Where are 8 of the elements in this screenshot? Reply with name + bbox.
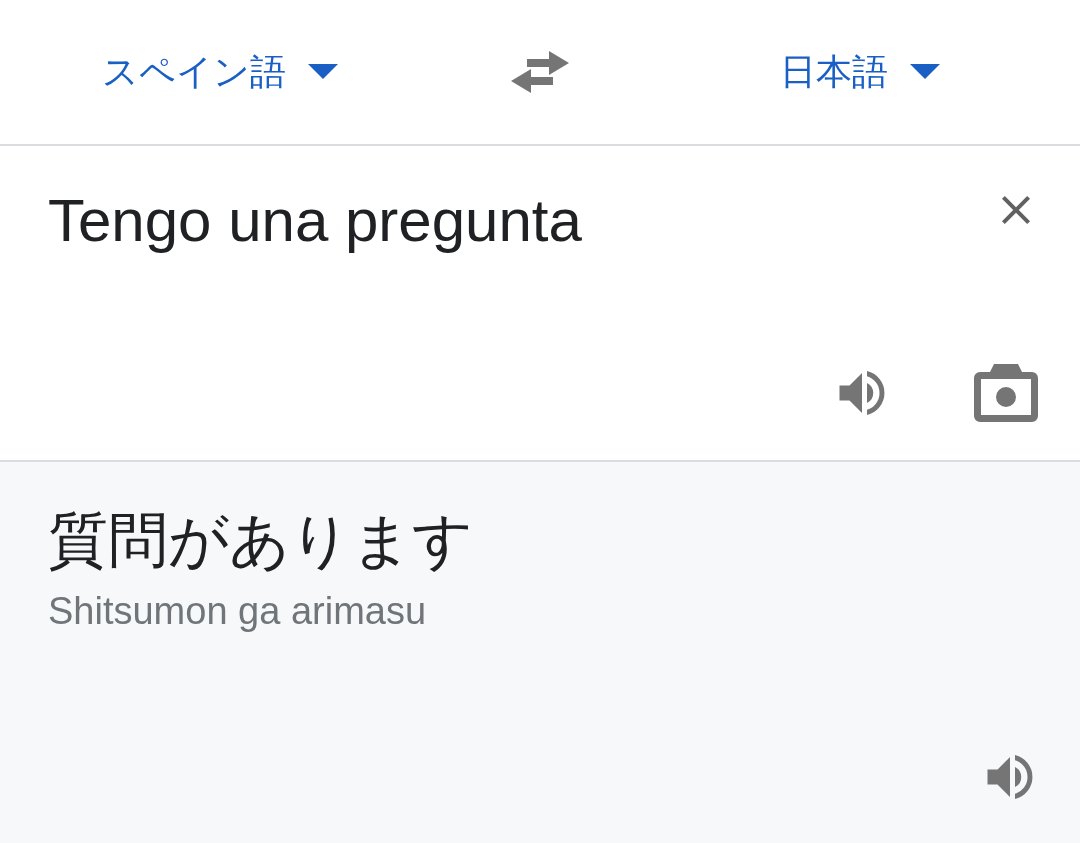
target-language-button[interactable]: 日本語: [772, 43, 948, 101]
source-language-button[interactable]: スペイン語: [94, 43, 346, 101]
caret-icon: [308, 64, 338, 80]
camera-icon[interactable]: [972, 362, 1040, 424]
caret-icon: [910, 64, 940, 80]
romanization-text: Shitsumon ga arimasu: [48, 590, 428, 633]
translation-text: 質問があります: [48, 504, 474, 576]
input-field[interactable]: Tengo una pregunta: [48, 186, 928, 255]
